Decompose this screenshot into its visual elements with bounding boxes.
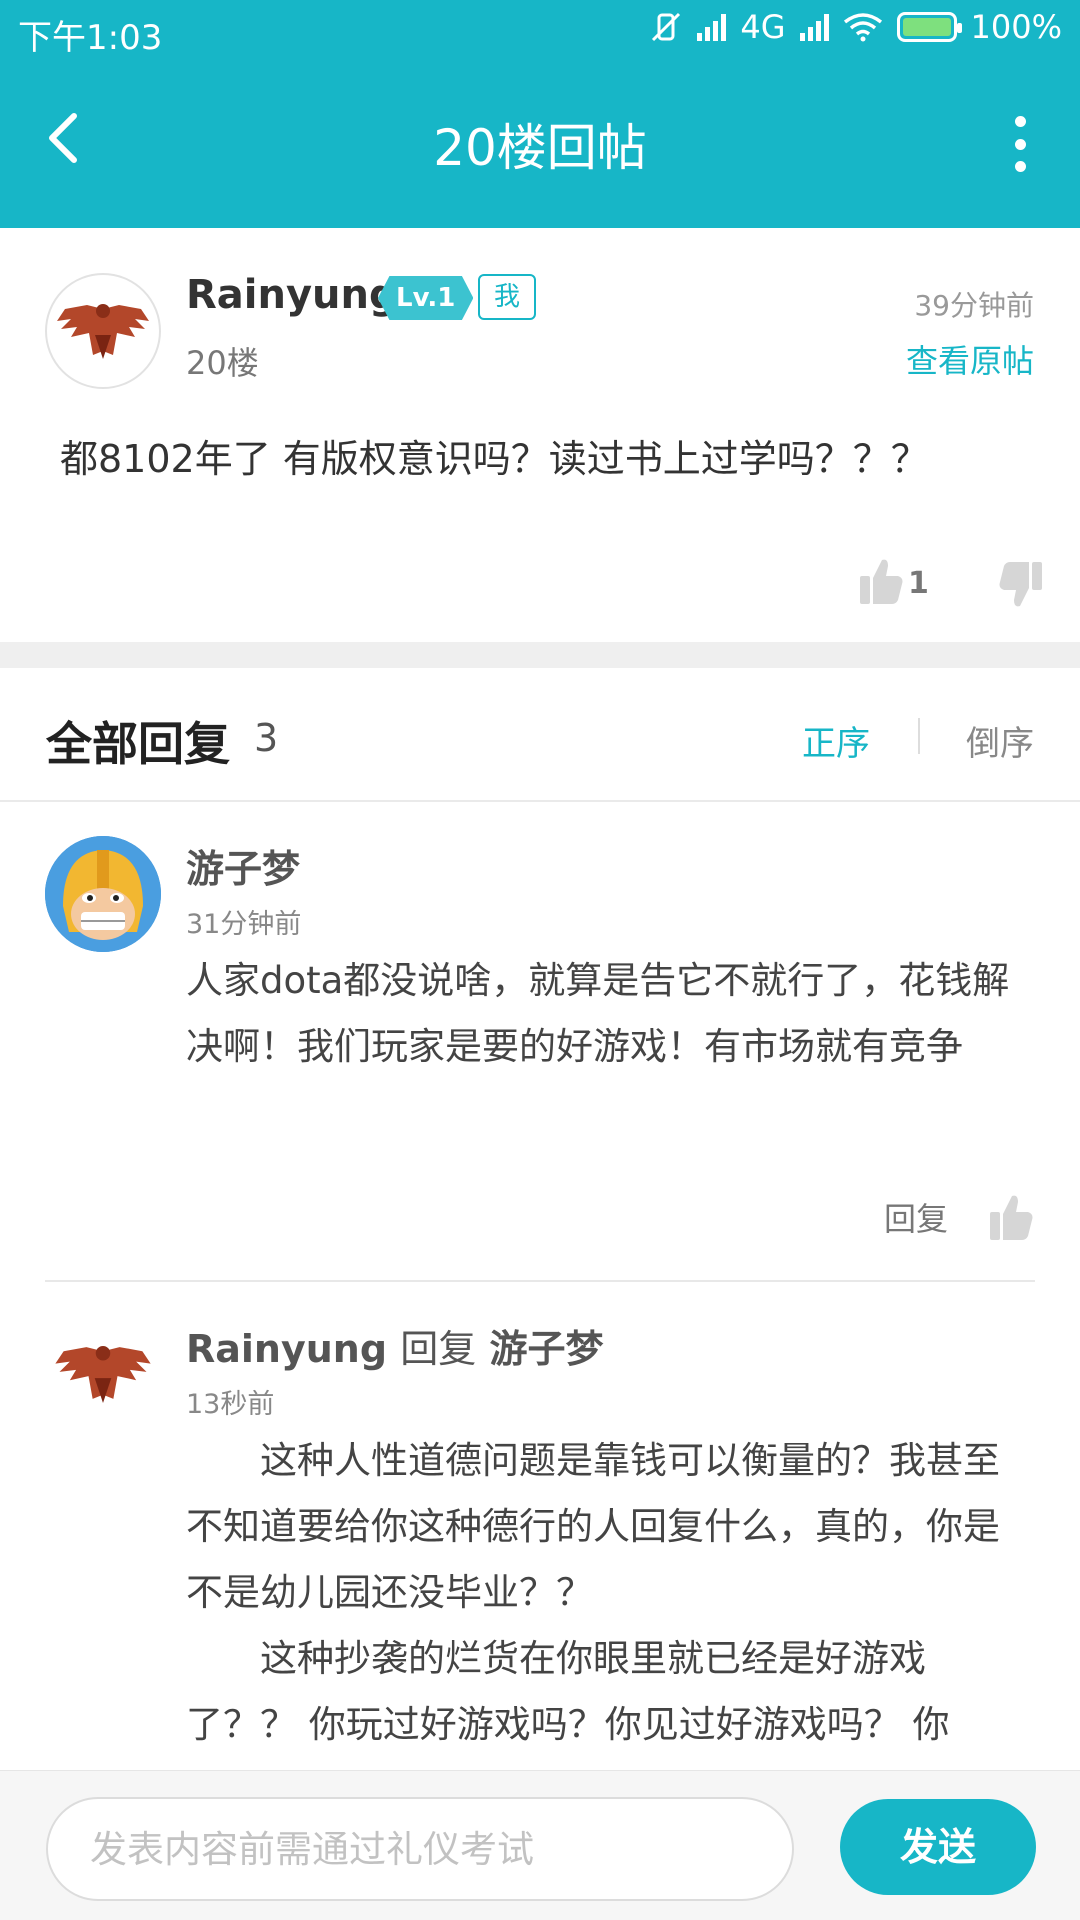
battery-percent: 100% [970, 8, 1062, 46]
reply-content: 这种人性道德问题是靠钱可以衡量的？我甚至不知道要给你这种德行的人回复什么，真的，… [186, 1428, 1026, 1758]
status-icons: 4G 100% [649, 8, 1062, 46]
app-bar: 20楼回帖 [0, 62, 1080, 228]
comment-bar: 发送 [0, 1770, 1080, 1920]
wifi-icon [843, 13, 882, 42]
reply-item: 游子梦 31分钟前 人家dota都没说啥，就算是告它不就行了，花钱解决啊！我们玩… [0, 802, 1080, 1280]
network-type: 4G [740, 8, 786, 46]
reply-to-word: 回复 [400, 1327, 477, 1371]
original-post: Rainyung Lv.1 我 20楼 39分钟前 查看原帖 都8102年了 有… [0, 228, 1080, 642]
avatar[interactable] [45, 836, 161, 952]
replies-title: 全部回复 [46, 717, 230, 771]
view-original-link[interactable]: 查看原帖 [906, 336, 1034, 382]
reply-time: 13秒前 [186, 1389, 275, 1420]
reply-author[interactable]: Rainyung [186, 1327, 387, 1371]
signal-icon [697, 13, 727, 41]
status-bar: 下午1:03 4G 100% [0, 0, 1080, 62]
send-button[interactable]: 发送 [840, 1799, 1036, 1895]
thumbs-up-icon[interactable] [988, 1192, 1034, 1242]
reply-paragraph: 这种抄袭的烂货在你眼里就已经是好游戏了？？ 你玩过好游戏吗？你见过好游戏吗？ 你 [186, 1637, 950, 1746]
sort-descending-button[interactable]: 倒序 [966, 716, 1034, 765]
reply-paragraph: 人家dota都没说啥，就算是告它不就行了，花钱解决啊！我们玩家是要的好游戏！有市… [186, 959, 1010, 1068]
replies-count: 3 [254, 716, 279, 760]
reply-button[interactable]: 回复 [884, 1194, 948, 1240]
replies-header: 全部回复 3 正序 倒序 [0, 668, 1080, 802]
reply-time: 31分钟前 [186, 909, 302, 940]
page-title: 20楼回帖 [433, 119, 647, 177]
reply-content: 人家dota都没说啥，就算是告它不就行了，花钱解决啊！我们玩家是要的好游戏！有市… [186, 948, 1026, 1080]
post-reactions: 1 [858, 556, 1042, 616]
section-gap [0, 642, 1080, 668]
thumbs-up-icon[interactable] [858, 556, 904, 606]
clash-barbarian-avatar-icon [45, 836, 161, 952]
mute-vibrate-icon [652, 12, 681, 42]
comment-input[interactable] [46, 1797, 794, 1901]
floor-number: 20楼 [186, 344, 259, 382]
level-badge: Lv.1 [378, 276, 474, 320]
me-badge: 我 [478, 274, 536, 320]
post-author[interactable]: Rainyung [186, 272, 398, 318]
reply-author[interactable]: 游子梦 [186, 838, 300, 893]
sort-ascending-button[interactable]: 正序 [802, 716, 870, 765]
thumbs-down-icon[interactable] [998, 560, 1044, 610]
post-time: 39分钟前 [914, 289, 1034, 322]
like-count: 1 [908, 566, 929, 601]
avatar[interactable] [45, 1316, 161, 1432]
reply-item: Rainyung 回复 游子梦 13秒前 这种人性道德问题是靠钱可以衡量的？我甚… [0, 1282, 1080, 1770]
status-time: 下午1:03 [18, 18, 163, 58]
avatar[interactable] [45, 273, 161, 389]
post-content: 都8102年了 有版权意识吗？读过书上过学吗？？？ [60, 437, 929, 481]
eagle-logo-icon [55, 1346, 151, 1403]
reply-actions: 回复 [884, 1192, 1034, 1242]
eagle-logo-icon [57, 304, 149, 359]
reply-target[interactable]: 游子梦 [490, 1327, 604, 1371]
sort-divider [918, 718, 920, 754]
reply-author-line: Rainyung 回复 游子梦 [186, 1318, 604, 1373]
signal-2-icon [799, 13, 829, 41]
battery-icon [896, 12, 962, 42]
more-menu-icon[interactable] [1008, 116, 1032, 172]
reply-paragraph: 这种人性道德问题是靠钱可以衡量的？我甚至不知道要给你这种德行的人回复什么，真的，… [186, 1439, 1000, 1614]
